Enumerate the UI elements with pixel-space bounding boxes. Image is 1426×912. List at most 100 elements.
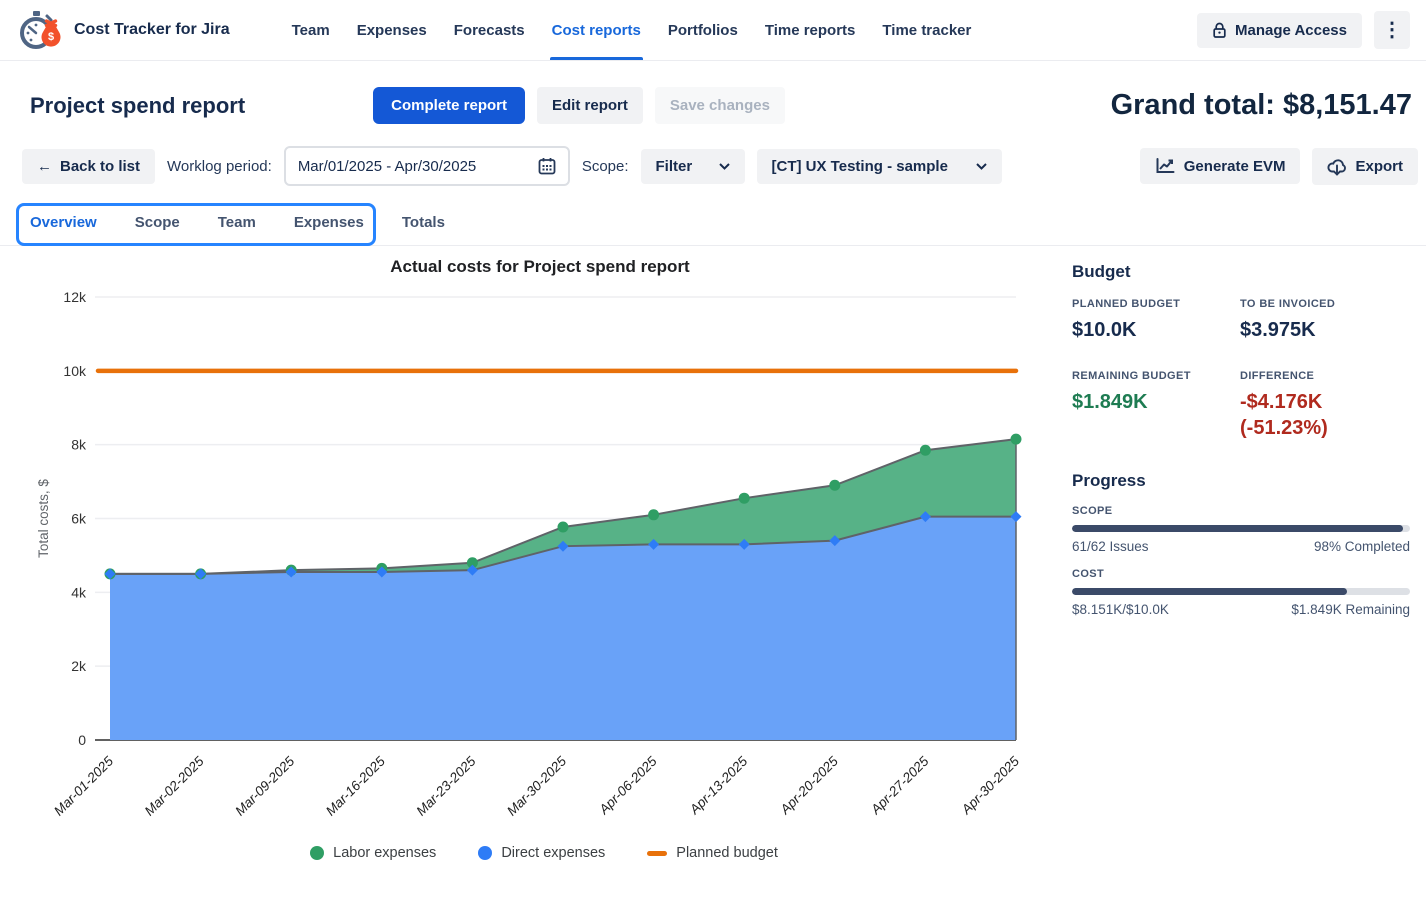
worklog-period-label: Worklog period: xyxy=(167,158,272,175)
to-be-invoiced-stat: TO BE INVOICED $3.975K xyxy=(1240,298,1410,343)
y-tick-label: 4k xyxy=(71,584,87,600)
cost-progress: COST $8.151K/$10.0K $1.849K Remaining xyxy=(1072,568,1410,617)
tab-totals[interactable]: Totals xyxy=(402,200,445,245)
x-tick-label: Mar-23-2025 xyxy=(413,753,478,818)
report-controls: ← Back to list Worklog period: Scope: Fi… xyxy=(0,124,1426,186)
chevron-down-icon xyxy=(976,163,987,170)
remaining-budget-label: REMAINING BUDGET xyxy=(1072,370,1240,382)
labor-expenses-point[interactable] xyxy=(648,509,659,520)
summary-panel: Budget PLANNED BUDGET $10.0K TO BE INVOI… xyxy=(1058,246,1426,861)
save-changes-button: Save changes xyxy=(655,87,785,124)
nav-item-cost-reports[interactable]: Cost reports xyxy=(552,0,641,60)
export-button[interactable]: Export xyxy=(1312,148,1418,185)
app-title: Cost Tracker for Jira xyxy=(74,21,230,39)
project-select-value: [CT] UX Testing - sample xyxy=(772,158,948,175)
scope-progress-left: 61/62 Issues xyxy=(1072,539,1149,554)
report-tabs-bar: Overview Scope Team Expenses Totals xyxy=(0,200,1426,246)
calendar-icon[interactable] xyxy=(538,157,556,175)
to-be-invoiced-value: $3.975K xyxy=(1240,317,1410,343)
lock-icon xyxy=(1212,22,1227,39)
worklog-period-field[interactable] xyxy=(284,146,570,186)
y-tick-label: 2k xyxy=(71,658,87,674)
remaining-budget-value: $1.849K xyxy=(1072,389,1240,415)
nav-item-forecasts[interactable]: Forecasts xyxy=(454,0,525,60)
labor-expenses-point[interactable] xyxy=(829,480,840,491)
x-tick-label: Apr-20-2025 xyxy=(777,753,842,818)
nav-item-team[interactable]: Team xyxy=(292,0,330,60)
tab-scope[interactable]: Scope xyxy=(135,200,180,245)
top-navbar: $ Cost Tracker for Jira Team Expenses Fore… xyxy=(0,0,1426,61)
planned-budget-stat: PLANNED BUDGET $10.0K xyxy=(1072,298,1240,343)
nav-item-time-reports[interactable]: Time reports xyxy=(765,0,856,60)
tab-overview[interactable]: Overview xyxy=(30,200,97,245)
more-options-button[interactable]: ⋮ xyxy=(1374,11,1410,49)
labor-expenses-point[interactable] xyxy=(558,521,569,532)
complete-report-button[interactable]: Complete report xyxy=(373,87,525,124)
cost-progress-bar xyxy=(1072,588,1410,595)
kebab-icon: ⋮ xyxy=(1382,19,1402,41)
actual-costs-chart: 02k4k6k8k10k12kMar-01-2025Mar-02-2025Mar… xyxy=(0,246,1056,843)
labor-expenses-point[interactable] xyxy=(1011,434,1022,445)
x-tick-label: Apr-30-2025 xyxy=(958,753,1023,818)
chart-title: Actual costs for Project spend report xyxy=(390,257,690,276)
x-tick-label: Mar-16-2025 xyxy=(323,753,388,818)
scope-progress-right: 98% Completed xyxy=(1314,539,1410,554)
planned-budget-swatch-icon xyxy=(647,851,667,856)
x-tick-label: Mar-09-2025 xyxy=(232,753,297,818)
report-body: 02k4k6k8k10k12kMar-01-2025Mar-02-2025Mar… xyxy=(0,246,1426,861)
cost-progress-label: COST xyxy=(1072,568,1410,580)
edit-report-button[interactable]: Edit report xyxy=(537,87,643,124)
legend-item-planned-budget: Planned budget xyxy=(647,845,778,861)
planned-budget-value: $10.0K xyxy=(1072,317,1240,343)
tab-team[interactable]: Team xyxy=(218,200,256,245)
difference-percent: (-51.23%) xyxy=(1240,415,1410,441)
generate-evm-label: Generate EVM xyxy=(1184,158,1286,175)
manage-access-label: Manage Access xyxy=(1235,22,1347,39)
cost-progress-left: $8.151K/$10.0K xyxy=(1072,602,1169,617)
export-label: Export xyxy=(1355,158,1403,175)
x-tick-label: Apr-06-2025 xyxy=(596,753,661,818)
scope-label: Scope: xyxy=(582,158,629,175)
y-tick-label: 8k xyxy=(71,437,87,453)
page-title: Project spend report xyxy=(30,93,245,119)
budget-section-title: Budget xyxy=(1072,262,1410,282)
scope-filter-select[interactable]: Filter xyxy=(641,149,745,184)
manage-access-button[interactable]: Manage Access xyxy=(1197,13,1362,48)
grand-total: Grand total: $8,151.47 xyxy=(1111,89,1414,122)
cost-progress-fill xyxy=(1072,588,1347,595)
direct-expenses-swatch-icon xyxy=(478,846,492,860)
difference-value: -$4.176K xyxy=(1240,389,1410,415)
evm-chart-icon xyxy=(1155,157,1176,175)
legend-item-labor-expenses: Labor expenses xyxy=(310,845,436,861)
cost-progress-right: $1.849K Remaining xyxy=(1291,602,1410,617)
back-arrow-icon: ← xyxy=(37,158,52,175)
x-tick-label: Mar-02-2025 xyxy=(142,753,207,818)
to-be-invoiced-label: TO BE INVOICED xyxy=(1240,298,1410,310)
scope-progress-fill xyxy=(1072,525,1403,532)
report-tabs: Overview Scope Team Expenses Totals xyxy=(30,200,1426,245)
x-tick-label: Apr-27-2025 xyxy=(867,753,932,818)
tab-expenses[interactable]: Expenses xyxy=(294,200,364,245)
nav-item-time-tracker[interactable]: Time tracker xyxy=(882,0,971,60)
x-tick-label: Mar-30-2025 xyxy=(504,753,569,818)
nav-item-portfolios[interactable]: Portfolios xyxy=(668,0,738,60)
labor-expenses-point[interactable] xyxy=(920,445,931,456)
difference-label: DIFFERENCE xyxy=(1240,370,1410,382)
worklog-period-input[interactable] xyxy=(298,158,510,175)
chevron-down-icon xyxy=(719,163,730,170)
back-to-list-button[interactable]: ← Back to list xyxy=(22,149,155,184)
nav-item-expenses[interactable]: Expenses xyxy=(357,0,427,60)
export-cloud-icon xyxy=(1327,157,1347,176)
legend-label: Direct expenses xyxy=(501,845,605,861)
labor-expenses-point[interactable] xyxy=(739,493,750,504)
progress-section-title: Progress xyxy=(1072,471,1410,491)
scope-filter-value: Filter xyxy=(656,158,693,175)
scope-progress: SCOPE 61/62 Issues 98% Completed xyxy=(1072,505,1410,554)
project-select[interactable]: [CT] UX Testing - sample xyxy=(757,149,1002,184)
labor-expenses-swatch-icon xyxy=(310,846,324,860)
generate-evm-button[interactable]: Generate EVM xyxy=(1140,148,1301,184)
legend-label: Labor expenses xyxy=(333,845,436,861)
chart-panel: 02k4k6k8k10k12kMar-01-2025Mar-02-2025Mar… xyxy=(0,246,1058,861)
y-tick-label: 12k xyxy=(63,289,87,305)
app-logo-icon: $ xyxy=(16,6,64,54)
